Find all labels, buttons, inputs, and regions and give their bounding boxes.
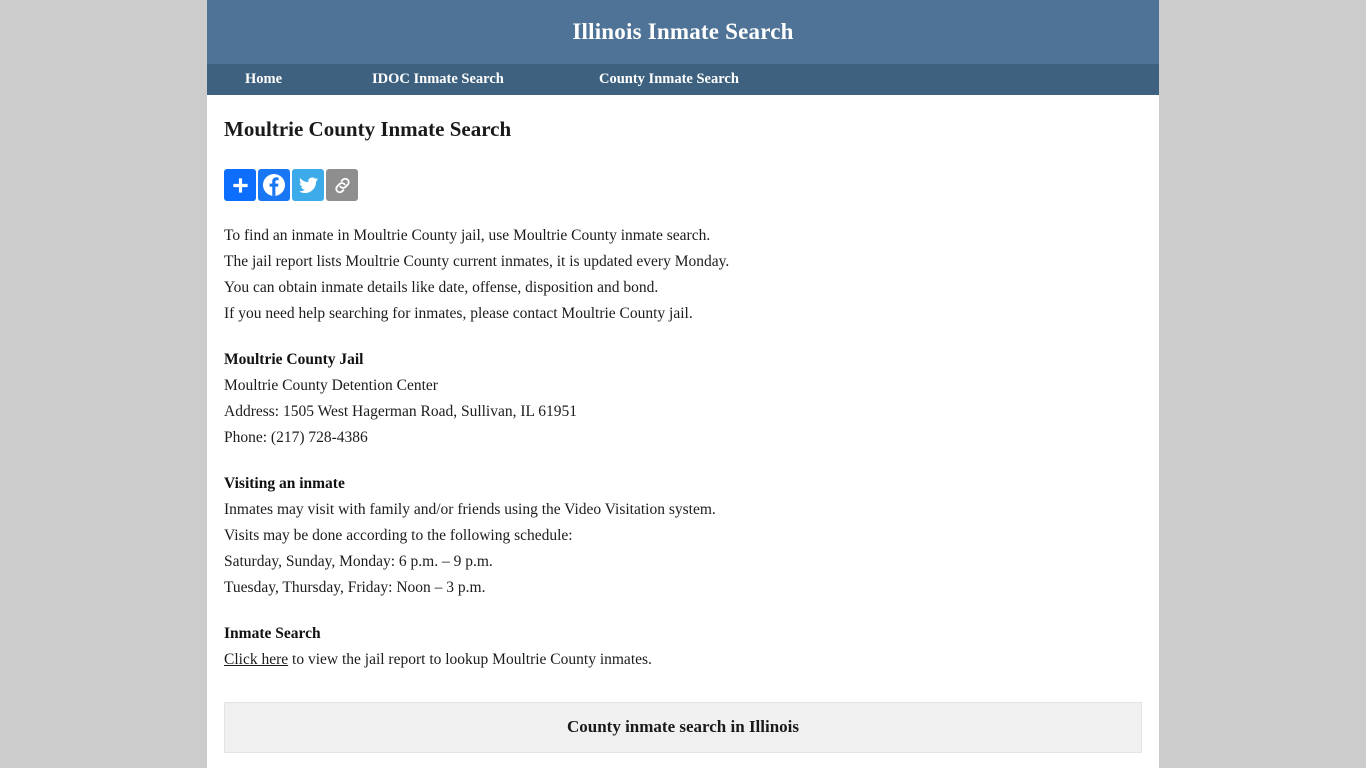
page-title: Moultrie County Inmate Search — [224, 117, 512, 141]
inmate-search-line: Click here to view the jail report to lo… — [224, 647, 1142, 673]
main-navigation: Home IDOC Inmate Search County Inmate Se… — [207, 64, 1159, 95]
table-row: Adams Champaign Coles Cook Crawford — [225, 753, 1142, 768]
county-table-body: Adams Champaign Coles Cook Crawford Doug… — [225, 753, 1142, 768]
intro-line: You can obtain inmate details like date,… — [224, 279, 659, 296]
share-bar — [224, 169, 1142, 201]
table-cell: Adams — [225, 753, 408, 768]
county-table-title: County inmate search in Illinois — [224, 702, 1142, 753]
copy-link-button[interactable] — [326, 169, 358, 201]
site-title: Illinois Inmate Search — [572, 19, 794, 44]
twitter-icon — [298, 176, 318, 193]
site-header: Illinois Inmate Search — [207, 0, 1159, 64]
jail-info-line: Moultrie County Detention Center — [224, 377, 438, 394]
jail-info-section: Moultrie County Jail Moultrie County Det… — [224, 347, 1142, 451]
inmate-search-heading: Inmate Search — [224, 625, 321, 642]
visiting-schedule-line: Saturday, Sunday, Monday: 6 p.m. – 9 p.m… — [224, 553, 493, 570]
plus-icon — [232, 177, 248, 193]
table-cell: Champaign — [408, 753, 591, 768]
intro-paragraph: To find an inmate in Moultrie County jai… — [224, 223, 1142, 327]
county-search-table: County inmate search in Illinois Adams C… — [224, 702, 1142, 768]
click-here-link[interactable]: Click here — [224, 651, 288, 668]
inmate-search-section: Inmate Search Click here to view the jai… — [224, 621, 1142, 673]
visiting-line: Visits may be done according to the foll… — [224, 527, 573, 544]
page-container: Illinois Inmate Search Home IDOC Inmate … — [207, 0, 1159, 768]
addthis-share-button[interactable] — [224, 169, 256, 201]
nav-item-idoc-inmate-search[interactable]: IDOC Inmate Search — [372, 71, 599, 88]
visiting-heading: Visiting an inmate — [224, 475, 345, 492]
inmate-search-rest-text: to view the jail report to lookup Moultr… — [288, 651, 652, 668]
facebook-icon — [263, 174, 285, 196]
visiting-section: Visiting an inmate Inmates may visit wit… — [224, 471, 1142, 601]
table-cell: Coles — [591, 753, 774, 768]
table-cell: Crawford — [958, 753, 1141, 768]
county-table-header: County inmate search in Illinois — [224, 702, 1142, 753]
twitter-share-button[interactable] — [292, 169, 324, 201]
visiting-schedule-line: Tuesday, Thursday, Friday: Noon – 3 p.m. — [224, 579, 486, 596]
jail-address-line: Address: 1505 West Hagerman Road, Sulliv… — [224, 403, 578, 420]
jail-info-heading: Moultrie County Jail — [224, 351, 364, 368]
main-content: Moultrie County Inmate Search To find an… — [207, 117, 1159, 768]
facebook-share-button[interactable] — [258, 169, 290, 201]
nav-item-county-inmate-search[interactable]: County Inmate Search — [599, 71, 739, 88]
jail-phone-line: Phone: (217) 728-4386 — [224, 429, 368, 446]
table-cell: Cook — [775, 753, 958, 768]
intro-line: To find an inmate in Moultrie County jai… — [224, 227, 711, 244]
intro-line: The jail report lists Moultrie County cu… — [224, 253, 730, 270]
visiting-line: Inmates may visit with family and/or fri… — [224, 501, 716, 518]
chain-link-icon — [334, 177, 350, 193]
nav-item-home[interactable]: Home — [245, 71, 372, 88]
intro-line: If you need help searching for inmates, … — [224, 305, 693, 322]
